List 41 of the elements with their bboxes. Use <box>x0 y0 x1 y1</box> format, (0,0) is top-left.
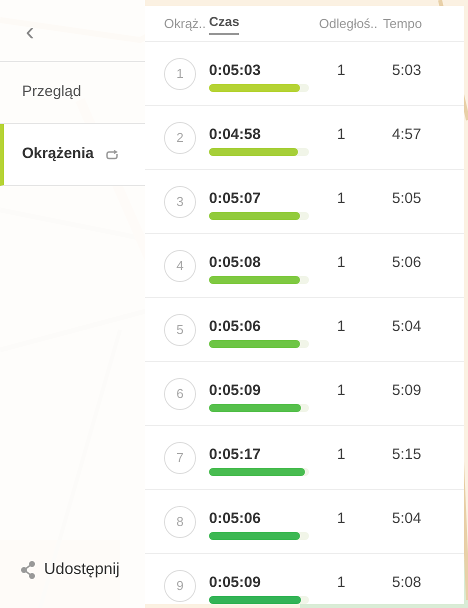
pace-cell-text: 5:09 <box>392 381 422 399</box>
distance-cell-text: 1 <box>337 189 346 207</box>
distance-cell-text: 1 <box>337 61 346 79</box>
share-icon <box>20 561 36 579</box>
distance-cell-text: 1 <box>337 445 346 463</box>
distance-cell-text: 1 <box>337 125 346 143</box>
lap-time: 0:05:09 <box>209 574 262 591</box>
lap-number: 4 <box>164 250 196 282</box>
distance-cell-text: 1 <box>337 573 346 591</box>
lap-time: 0:05:08 <box>209 254 262 271</box>
lap-number: 7 <box>164 442 196 474</box>
pace-cell-text: 5:04 <box>392 509 422 527</box>
lap-time: 0:05:07 <box>209 190 262 207</box>
pace-cell-text: 5:06 <box>392 253 422 271</box>
lap-number: 8 <box>164 506 196 538</box>
lap-number: 6 <box>164 378 196 410</box>
lap-time: 0:05:06 <box>209 318 262 335</box>
column-header[interactable]: Czas <box>209 12 240 35</box>
pace-cell-text: 4:57 <box>392 125 422 143</box>
lap-time: 0:05:09 <box>209 382 262 399</box>
lap-time: 0:04:58 <box>209 126 262 143</box>
lap-time: 0:05:03 <box>209 62 262 79</box>
distance-cell-text: 1 <box>337 253 346 271</box>
lap-number: 9 <box>164 570 196 602</box>
pace-cell-text: 5:04 <box>392 317 422 335</box>
pace-cell-text: 5:03 <box>392 61 422 79</box>
distance-cell-text: 1 <box>337 509 346 527</box>
distance-cell-text: 1 <box>337 317 346 335</box>
lap-time: 0:05:06 <box>209 510 262 527</box>
pace-cell-text: 5:15 <box>392 445 422 463</box>
share-button[interactable]: Udostępnij <box>20 558 145 582</box>
lap-number: 3 <box>164 186 196 218</box>
lap-number: 1 <box>164 58 196 90</box>
sidebar-tab[interactable]: Okrążenia <box>0 124 145 186</box>
pace-cell-text: 5:05 <box>392 189 422 207</box>
lap-time: 0:05:17 <box>209 446 262 463</box>
pace-cell-text: 5:08 <box>392 573 422 591</box>
lap-number: 5 <box>164 314 196 346</box>
distance-cell-text: 1 <box>337 381 346 399</box>
lap-number: 2 <box>164 122 196 154</box>
loop-icon <box>106 150 118 160</box>
